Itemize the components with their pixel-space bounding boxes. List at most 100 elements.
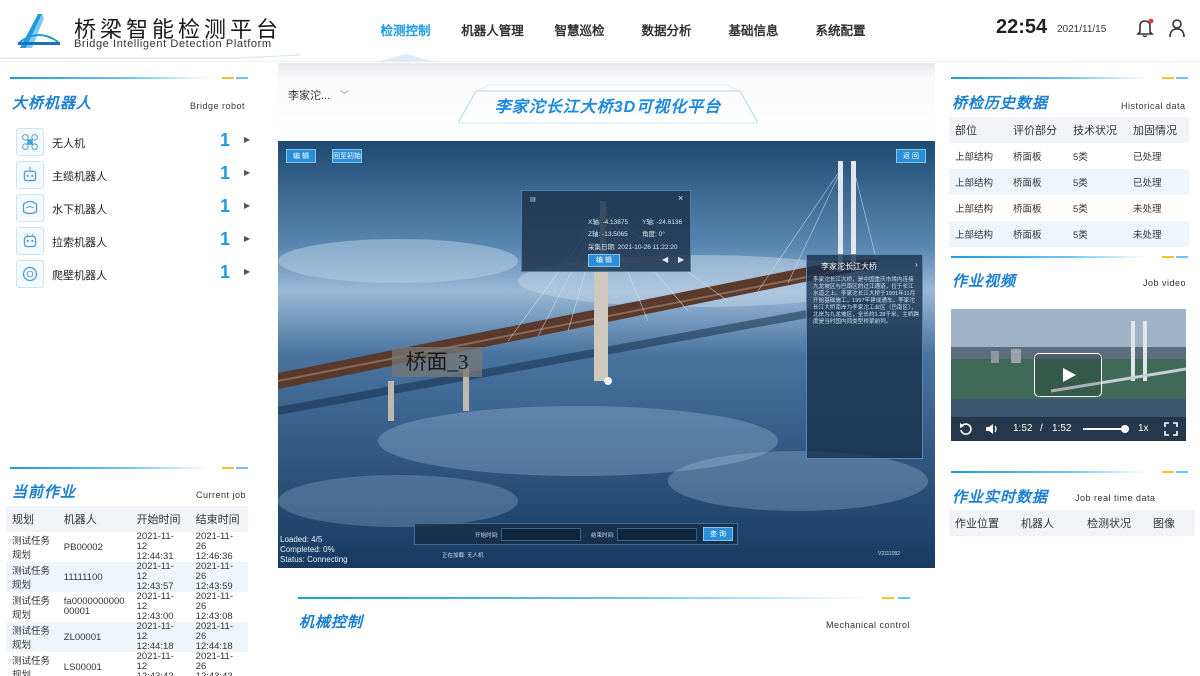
table-header: 作业位置 机器人 检测状况 图像 bbox=[949, 510, 1195, 536]
chevron-down-icon[interactable]: ﹀ bbox=[340, 88, 349, 101]
drone-icon bbox=[16, 128, 44, 156]
current-job-title: 当前作业 bbox=[12, 484, 77, 501]
realtime-tick-blue bbox=[1176, 471, 1188, 473]
col-eval: 评价部分 bbox=[1007, 117, 1067, 143]
mech-divider bbox=[298, 597, 868, 599]
reset-view-button[interactable]: 回至初始 bbox=[332, 149, 362, 163]
col-part: 部位 bbox=[949, 117, 1007, 143]
cell-part: 上部结构 bbox=[949, 221, 1007, 247]
nav-basic-info[interactable]: 基础信息 bbox=[710, 0, 797, 62]
cell-reinforce: 未处理 bbox=[1133, 204, 1162, 215]
job-video-player[interactable]: 1:52 / 1:52 1x bbox=[951, 309, 1186, 441]
table-row[interactable]: 测试任务规划 11111100 2021-11-12 12:43:57 2021… bbox=[6, 562, 248, 592]
mech-tick-blue bbox=[898, 597, 910, 599]
query-button[interactable]: 查 询 bbox=[703, 527, 733, 541]
table-row[interactable]: 测试任务规划 LS00001 2021-11-12 12:43:43 2021-… bbox=[6, 652, 248, 676]
table-row[interactable]: 测试任务规划 fa0000000000 00001 2021-11-12 12:… bbox=[6, 592, 248, 622]
next-icon[interactable]: ▶ bbox=[678, 255, 684, 264]
cell-plan: 测试任务规划 bbox=[12, 536, 51, 561]
robot-row-underwater[interactable]: 水下机器人 1 ▶ bbox=[14, 194, 254, 222]
job-tick-yellow bbox=[222, 467, 234, 469]
start-time-label: 开始时间: bbox=[475, 533, 499, 539]
cell-reinforce: 未处理 bbox=[1127, 221, 1189, 247]
popup-edit-button[interactable]: 编 辑 bbox=[588, 254, 620, 267]
cell-eval: 桥面板 bbox=[1007, 169, 1067, 195]
robot-row-main-cable[interactable]: 主缆机器人 1 ▶ bbox=[14, 161, 254, 189]
col-end: 结束时间 bbox=[189, 506, 248, 532]
current-job-title-en: Current job bbox=[196, 490, 247, 500]
col-position: 作业位置 bbox=[949, 510, 1015, 536]
cell-part: 上部结构 bbox=[949, 169, 1007, 195]
nav-robot-management[interactable]: 机器人管理 bbox=[449, 0, 536, 62]
close-icon[interactable]: × bbox=[678, 193, 683, 203]
video-progress-knob[interactable] bbox=[1121, 425, 1129, 433]
bridge-info-card: 李家沱长江大桥 › 李家沱长江大桥，是中国重庆市境内连接九龙坡区与巴南区的过江通… bbox=[806, 254, 923, 459]
bell-icon[interactable] bbox=[1136, 18, 1154, 38]
back-button[interactable]: 返 回 bbox=[896, 149, 926, 163]
video-title: 作业视频 bbox=[952, 273, 1017, 290]
video-title-en: Job video bbox=[1143, 278, 1187, 288]
bridge-select[interactable]: 李家沱... bbox=[288, 87, 330, 103]
table-row[interactable]: 测试任务规划 ZL00001 2021-11-12 12:44:18 2021-… bbox=[6, 622, 248, 652]
main-nav: 检测控制 机器人管理 智慧巡检 数据分析 基础信息 系统配置 bbox=[362, 0, 884, 62]
cell-plan: 测试任务规划 bbox=[6, 562, 58, 592]
history-tick-blue bbox=[1176, 77, 1188, 79]
play-button[interactable] bbox=[1034, 353, 1102, 397]
fullscreen-icon[interactable] bbox=[1164, 422, 1178, 436]
chevron-right-icon[interactable]: › bbox=[915, 260, 918, 269]
version-label: V2111092 bbox=[878, 551, 901, 557]
user-icon[interactable] bbox=[1168, 18, 1186, 38]
current-job-table: 规划 机器人 开始时间 结束时间 测试任务规划 PB00002 2021-11-… bbox=[6, 506, 248, 676]
video-progress-fill bbox=[1083, 428, 1125, 430]
cell-plan: 测试任务规划 bbox=[12, 656, 51, 676]
history-table: 部位 评价部分 技术状况 加固情况 上部结构 桥面板 5类 已处理 上部结构 桥… bbox=[949, 117, 1189, 247]
realtime-divider bbox=[951, 471, 1147, 473]
end-time-input[interactable] bbox=[617, 528, 697, 541]
robots-tick-yellow bbox=[222, 77, 234, 79]
edit-button[interactable]: 编 辑 bbox=[286, 149, 316, 163]
table-row[interactable]: 上部结构 桥面板 5类 未处理 bbox=[949, 221, 1189, 247]
video-speed[interactable]: 1x bbox=[1138, 423, 1149, 434]
robot-row-wall-climbing[interactable]: 爬壁机器人 1 ▶ bbox=[14, 260, 254, 288]
start-time-input[interactable] bbox=[501, 528, 581, 541]
header: 桥梁智能检测平台 Bridge Intelligent Detection Pl… bbox=[0, 0, 1200, 62]
table-header: 规划 机器人 开始时间 结束时间 bbox=[6, 506, 248, 532]
realtime-title-en: Job real time data bbox=[1075, 493, 1156, 503]
robot-row-stay-cable[interactable]: 拉索机器人 1 ▶ bbox=[14, 227, 254, 255]
robot-count: 1 bbox=[220, 196, 231, 216]
table-row[interactable]: 上部结构 桥面板 5类 未处理 bbox=[949, 195, 1189, 221]
popup-y: Y轴: -24.6136 bbox=[642, 219, 683, 226]
replay-icon[interactable] bbox=[959, 422, 973, 436]
realtime-title: 作业实时数据 bbox=[952, 489, 1049, 506]
chevron-right-icon: ▶ bbox=[244, 168, 251, 177]
cell-start: 2021-11-12 12:44:18 bbox=[130, 622, 190, 652]
robot-row-drone[interactable]: 无人机 1 ▶ bbox=[14, 128, 254, 156]
nav-detection-control[interactable]: 检测控制 bbox=[362, 0, 449, 62]
table-row[interactable]: 上部结构 桥面板 5类 已处理 bbox=[949, 169, 1189, 195]
cell-robot: fa0000000000 00001 bbox=[63, 596, 125, 617]
table-row[interactable]: 测试任务规划 PB00002 2021-11-12 12:44:31 2021-… bbox=[6, 532, 248, 562]
robot-name: 拉索机器人 bbox=[52, 237, 107, 249]
video-divider bbox=[951, 256, 1147, 258]
table-row[interactable]: 上部结构 桥面板 5类 已处理 bbox=[949, 143, 1189, 169]
header-deco-line bbox=[0, 54, 300, 59]
mechanical-title-en: Mechanical control bbox=[826, 620, 911, 630]
robot-name: 无人机 bbox=[52, 138, 85, 150]
video-controls: 1:52 / 1:52 1x bbox=[951, 417, 1186, 441]
nav-smart-inspection[interactable]: 智慧巡检 bbox=[536, 0, 623, 62]
nav-system-config[interactable]: 系统配置 bbox=[797, 0, 884, 62]
cell-reinforce: 已处理 bbox=[1127, 169, 1189, 195]
mech-tick-yellow bbox=[882, 597, 894, 599]
app-root: 桥梁智能检测平台 Bridge Intelligent Detection Pl… bbox=[0, 0, 1200, 676]
bridge-card-title: 李家沱长江大桥 bbox=[821, 262, 877, 271]
video-progress-track[interactable] bbox=[1083, 425, 1129, 433]
prev-icon[interactable]: ◀ bbox=[662, 255, 668, 264]
col-robot: 机器人 bbox=[1015, 510, 1081, 536]
nav-data-analysis[interactable]: 数据分析 bbox=[623, 0, 710, 62]
cell-end: 2021-11-26 12:43:59 bbox=[189, 562, 248, 592]
col-reinforce: 加固情况 bbox=[1127, 117, 1189, 143]
robots-divider bbox=[10, 77, 210, 79]
volume-icon[interactable] bbox=[985, 422, 999, 436]
wall-climbing-robot-icon bbox=[16, 260, 44, 288]
clock-time: 22:54 bbox=[996, 16, 1048, 38]
